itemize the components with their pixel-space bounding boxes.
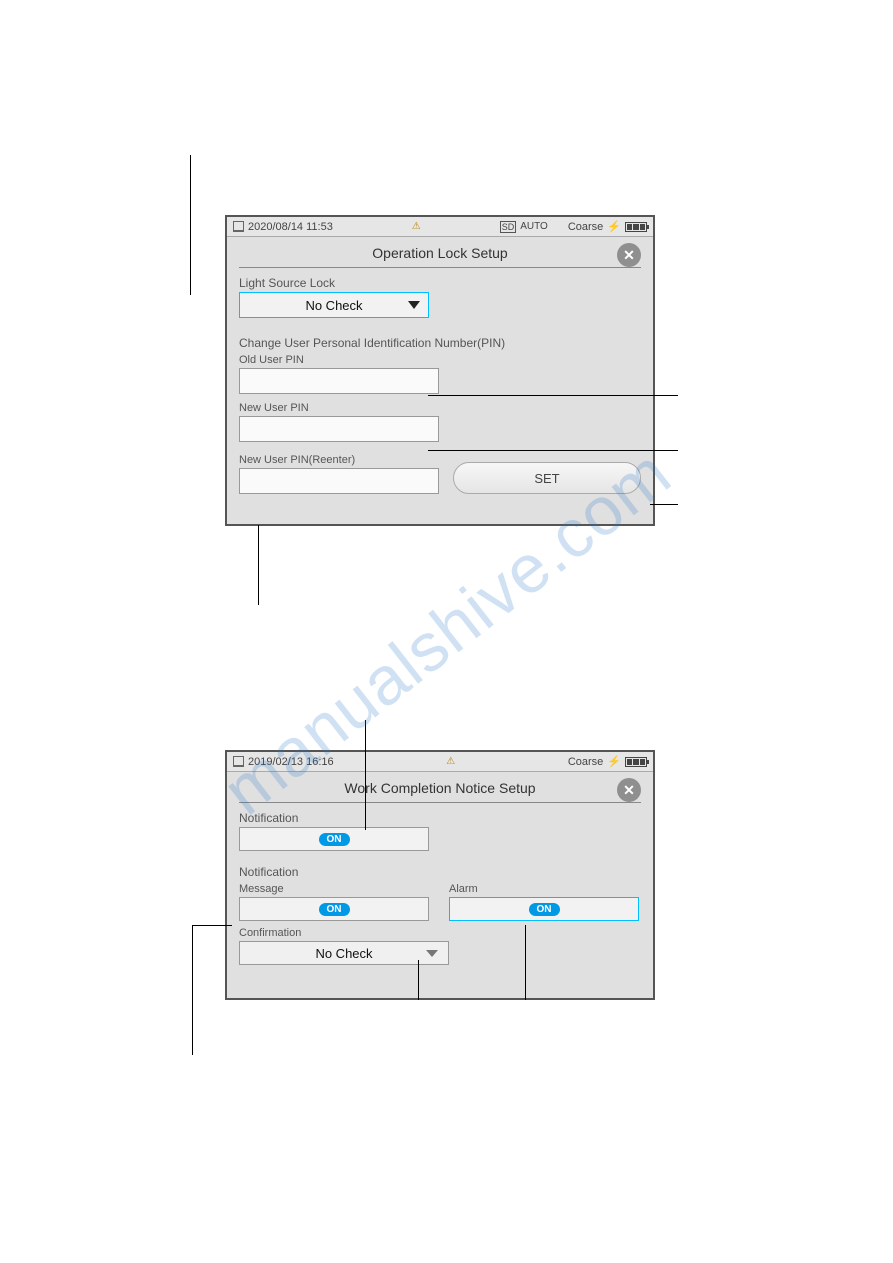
notification-value: ON	[319, 833, 350, 846]
old-pin-label: Old User PIN	[239, 354, 641, 366]
divider	[239, 267, 641, 268]
callout-line	[525, 925, 526, 1000]
alarm-label: Alarm	[449, 883, 641, 895]
confirmation-value: No Check	[315, 946, 372, 961]
mode-label: Coarse	[568, 221, 603, 233]
battery-icon	[625, 222, 647, 232]
new-pin-label: New User PIN	[239, 402, 641, 414]
light-source-lock-select[interactable]: No Check	[239, 292, 429, 318]
callout-line	[428, 395, 678, 396]
sd-icon: SD	[500, 221, 517, 233]
new-pin-reenter-label: New User PIN(Reenter)	[239, 454, 439, 466]
status-datetime: 2020/08/14 11:53	[248, 221, 333, 233]
callout-line	[190, 155, 191, 295]
warning-icon: ⚠	[446, 756, 455, 767]
new-pin-input[interactable]	[239, 416, 439, 442]
callout-line	[650, 504, 678, 505]
document-icon	[233, 221, 244, 232]
operation-lock-screen: 2020/08/14 11:53 ⚠ SD AUTO Coarse ⚡ Oper…	[225, 215, 655, 526]
change-pin-label: Change User Personal Identification Numb…	[239, 336, 641, 350]
notification-label: Notification	[239, 811, 641, 825]
battery-icon	[625, 757, 647, 767]
callout-line	[365, 720, 366, 830]
new-pin-reenter-input[interactable]	[239, 468, 439, 494]
mode-label: Coarse	[568, 756, 603, 768]
panel-title: Work Completion Notice Setup	[344, 780, 535, 796]
status-bar: 2020/08/14 11:53 ⚠ SD AUTO Coarse ⚡	[227, 217, 653, 237]
auto-label: AUTO	[520, 221, 548, 232]
chevron-down-icon	[426, 950, 438, 957]
alarm-value: ON	[529, 903, 560, 916]
callout-line	[192, 925, 193, 1055]
work-completion-screen: 2019/02/13 16:16 ⚠ Coarse ⚡ Work Complet…	[225, 750, 655, 1000]
close-button[interactable]: ✕	[617, 778, 641, 802]
alarm-toggle[interactable]: ON	[449, 897, 639, 921]
warning-icon: ⚠	[412, 221, 421, 232]
divider	[239, 802, 641, 803]
charge-icon: ⚡	[607, 220, 621, 233]
light-source-lock-value: No Check	[305, 298, 362, 313]
chevron-down-icon	[408, 301, 420, 309]
confirmation-label: Confirmation	[239, 927, 641, 939]
callout-line	[418, 960, 419, 1000]
document-icon	[233, 756, 244, 767]
callout-line	[258, 525, 259, 605]
charge-icon: ⚡	[607, 755, 621, 768]
notification-section-label: Notification	[239, 865, 641, 879]
callout-line	[428, 450, 678, 451]
notification-toggle[interactable]: ON	[239, 827, 429, 851]
message-label: Message	[239, 883, 431, 895]
status-bar: 2019/02/13 16:16 ⚠ Coarse ⚡	[227, 752, 653, 772]
message-toggle[interactable]: ON	[239, 897, 429, 921]
old-pin-input[interactable]	[239, 368, 439, 394]
close-button[interactable]: ✕	[617, 243, 641, 267]
panel-title: Operation Lock Setup	[372, 245, 507, 261]
callout-line	[192, 925, 232, 926]
status-datetime: 2019/02/13 16:16	[248, 756, 334, 768]
message-value: ON	[319, 903, 350, 916]
light-source-lock-label: Light Source Lock	[239, 276, 641, 290]
set-button-label: SET	[534, 471, 559, 486]
set-button[interactable]: SET	[453, 462, 641, 494]
